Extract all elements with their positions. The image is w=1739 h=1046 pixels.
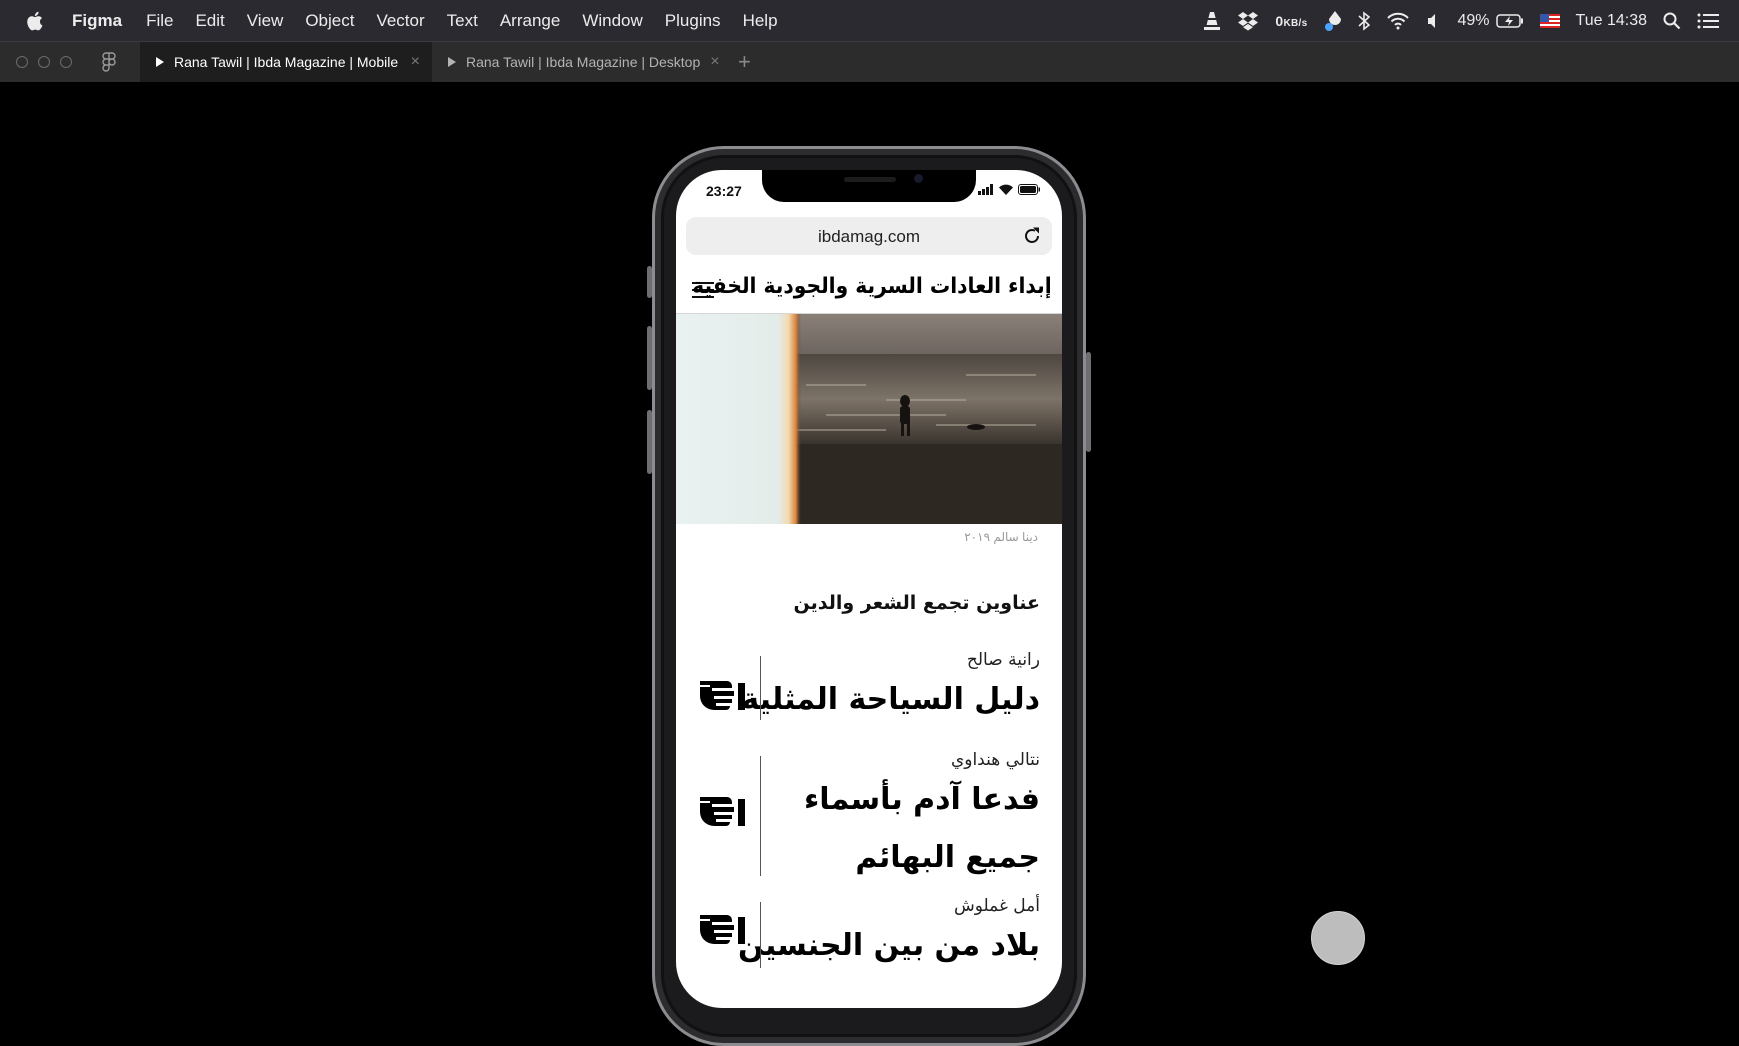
reload-icon[interactable]: [1022, 226, 1042, 246]
photo-caption: دينا سالم ٢٠١٩: [964, 530, 1038, 544]
power-button: [1086, 352, 1091, 452]
pointing-hand-icon[interactable]: [700, 678, 748, 710]
site-logo-title[interactable]: إبداء العادات السرية والجودية الخفية: [693, 274, 1054, 299]
hero-photo-beach-surfer: [676, 314, 1062, 524]
menubar-clock[interactable]: Tue 14:38: [1576, 12, 1647, 30]
menu-app-figma[interactable]: Figma: [72, 11, 122, 31]
battery-icon: [1495, 13, 1523, 28]
vlc-icon[interactable]: [1203, 11, 1221, 31]
wifi-icon[interactable]: [1386, 12, 1410, 30]
pointing-hand-icon[interactable]: [700, 794, 748, 826]
battery-status[interactable]: 49%: [1458, 12, 1524, 30]
menu-window[interactable]: Window: [582, 11, 642, 31]
notch: [762, 170, 976, 202]
menu-text[interactable]: Text: [447, 11, 478, 31]
apple-icon[interactable]: [24, 10, 44, 32]
article-headline[interactable]: بلاد من بين الجنسين: [738, 928, 1041, 963]
divider-line: [760, 656, 761, 720]
macos-menubar: Figma File Edit View Object Vector Text …: [0, 0, 1739, 42]
menu-object[interactable]: Object: [305, 11, 354, 31]
dropbox-icon[interactable]: [1237, 11, 1259, 31]
menu-file[interactable]: File: [146, 11, 173, 31]
maximize-window-button[interactable]: [60, 56, 72, 68]
article-author: رانية صالح: [966, 650, 1040, 670]
new-tab-button[interactable]: +: [738, 49, 751, 75]
section-title: عناوين تجمع الشعر والدين: [793, 592, 1041, 614]
browser-address-bar[interactable]: ibdamag.com: [686, 217, 1052, 255]
article-author: نتالي هنداوي: [950, 750, 1040, 770]
tab-label: Rana Tawil | Ibda Magazine | Desktop: [466, 54, 701, 70]
menu-edit[interactable]: Edit: [195, 11, 224, 31]
menu-view[interactable]: View: [247, 11, 284, 31]
figma-logo-icon[interactable]: [102, 52, 116, 72]
play-icon: [156, 57, 164, 67]
menu-vector[interactable]: Vector: [376, 11, 424, 31]
phone-screen[interactable]: 23:27 ibdamag.com إبداء العادات السرية و…: [676, 170, 1062, 1008]
front-camera: [914, 174, 923, 183]
volume-icon[interactable]: [1426, 13, 1442, 29]
article-headline[interactable]: دليل السياحة المثلية: [741, 682, 1041, 717]
window-controls: [0, 56, 72, 68]
article-author: أمل غملوش: [954, 896, 1040, 916]
menu-plugins[interactable]: Plugins: [665, 11, 721, 31]
us-flag-icon[interactable]: [1539, 13, 1560, 28]
wifi-status-icon: [999, 184, 1013, 195]
close-tab-icon[interactable]: ×: [411, 53, 420, 71]
volume-up-button: [647, 326, 652, 390]
tab-mobile-prototype[interactable]: Rana Tawil | Ibda Magazine | Mobile ×: [140, 42, 432, 82]
hero-photo[interactable]: [676, 314, 1062, 524]
network-speed: 0KB/s: [1275, 12, 1308, 29]
tab-desktop-prototype[interactable]: Rana Tawil | Ibda Magazine | Desktop ×: [432, 42, 728, 82]
spotlight-icon[interactable]: [1663, 12, 1681, 30]
menu-help[interactable]: Help: [743, 11, 778, 31]
close-tab-icon[interactable]: ×: [710, 53, 719, 71]
divider-line: [760, 756, 761, 876]
tab-label: Rana Tawil | Ibda Magazine | Mobile: [174, 54, 399, 70]
speaker-grille: [844, 177, 896, 182]
play-icon: [448, 57, 456, 67]
figma-tab-bar: Rana Tawil | Ibda Magazine | Mobile × Ra…: [0, 42, 1739, 82]
battery-percent: 49%: [1457, 11, 1490, 29]
mute-switch: [647, 266, 652, 298]
battery-status-icon: [1018, 184, 1040, 195]
status-icons: [978, 184, 1040, 195]
droplet-icon[interactable]: [1324, 10, 1342, 32]
article-item[interactable]: رانية صالح دليل السياحة المثلية: [676, 650, 1062, 750]
article-headline[interactable]: فدعا آدم بأسماء: [804, 782, 1041, 817]
divider-line: [760, 902, 761, 968]
close-window-button[interactable]: [16, 56, 28, 68]
volume-down-button: [647, 410, 652, 474]
url-text[interactable]: ibdamag.com: [686, 227, 1052, 247]
article-headline-line-2[interactable]: جميع البهائم: [855, 840, 1041, 875]
article-item[interactable]: أمل غملوش بلاد من بين الجنسين: [676, 896, 1062, 986]
menu-arrange[interactable]: Arrange: [500, 11, 560, 31]
touch-cursor-indicator: [1311, 911, 1365, 965]
notification-list-icon[interactable]: [1697, 13, 1719, 29]
cellular-signal-icon: [978, 184, 993, 195]
pointing-hand-icon[interactable]: [700, 912, 748, 944]
bluetooth-icon[interactable]: [1357, 10, 1370, 31]
article-item[interactable]: نتالي هنداوي فدعا آدم بأسماء جميع البهائ…: [676, 750, 1062, 880]
site-header: إبداء العادات السرية والجودية الخفية: [676, 266, 1062, 314]
status-time: 23:27: [706, 183, 742, 199]
minimize-window-button[interactable]: [38, 56, 50, 68]
